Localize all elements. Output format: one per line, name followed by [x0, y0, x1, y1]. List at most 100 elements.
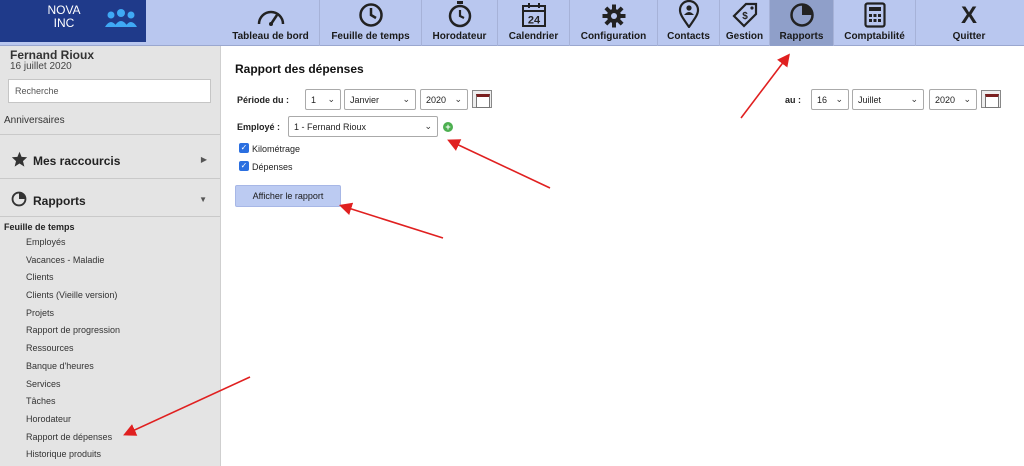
calendar-icon-text: 24	[527, 15, 540, 27]
nav-gestion[interactable]: $ Gestion	[720, 0, 770, 46]
divider	[0, 134, 220, 135]
from-year-value: 2020	[426, 94, 447, 105]
employee-label: Employé :	[237, 122, 281, 132]
from-day-value: 1	[311, 94, 317, 105]
chevron-down-icon: ⌄	[424, 121, 432, 131]
list-item[interactable]: Employés	[26, 237, 120, 255]
nav-feuille-de-temps[interactable]: Feuille de temps	[320, 0, 422, 46]
list-item[interactable]: Projets	[26, 308, 120, 326]
chevron-down-icon: ▼	[199, 195, 207, 204]
svg-text:$: $	[742, 11, 748, 22]
kilometrage-label: Kilométrage	[252, 144, 301, 154]
page-title: Rapport des dépenses	[235, 62, 364, 76]
to-day-value: 16	[817, 94, 828, 105]
company-logo[interactable]: NOVA INC	[0, 0, 146, 42]
depenses-label: Dépenses	[252, 162, 293, 172]
calendar-icon: 24	[521, 3, 546, 27]
list-item[interactable]: Horodateur	[26, 414, 120, 432]
nav-label: Calendrier	[508, 31, 559, 42]
from-year-select[interactable]: 2020 ⌄	[420, 89, 468, 110]
nav-label: Rapports	[779, 31, 824, 42]
reports-label: Rapports	[33, 194, 86, 208]
star-icon	[11, 151, 28, 167]
shortcuts-section-toggle[interactable]: Mes raccourcis ▶	[0, 146, 220, 174]
list-item[interactable]: Clients	[26, 272, 120, 290]
stopwatch-icon	[448, 1, 471, 28]
depenses-checkbox[interactable]: ✓	[239, 161, 249, 171]
list-item[interactable]: Clients (Vieille version)	[26, 290, 120, 308]
list-item[interactable]: Vacances - Maladie	[26, 255, 120, 273]
from-month-select[interactable]: Janvier ⌄	[344, 89, 416, 110]
add-employee-button[interactable]: +	[443, 122, 453, 132]
list-item[interactable]: Services	[26, 379, 120, 397]
nav-label: Feuille de temps	[331, 31, 410, 42]
logo-text: NOVA INC	[38, 4, 90, 30]
list-item[interactable]: Rapport de progression	[26, 325, 120, 343]
nav-quitter[interactable]: X Quitter	[916, 0, 1022, 46]
chevron-down-icon: ⌄	[910, 94, 918, 104]
divider	[0, 178, 220, 179]
nav-label: Gestion	[725, 31, 764, 42]
nav-contacts[interactable]: Contacts	[658, 0, 720, 46]
from-day-select[interactable]: 1 ⌄	[305, 89, 341, 110]
nav-label: Configuration	[580, 31, 647, 42]
shortcuts-label: Mes raccourcis	[33, 154, 121, 168]
to-month-select[interactable]: Juillet ⌄	[852, 89, 924, 110]
pie-chart-icon	[11, 191, 27, 207]
nav-label: Horodateur	[432, 31, 487, 42]
from-month-value: Janvier	[350, 94, 380, 105]
list-item-rapport-de-depenses[interactable]: Rapport de dépenses	[26, 432, 120, 450]
clock-icon	[358, 3, 383, 27]
top-navigation-bar: NOVA INC Tableau de bord Feuille de temp…	[0, 0, 1024, 46]
contact-pin-icon	[678, 0, 699, 28]
from-calendar-button[interactable]	[472, 90, 492, 108]
to-month-value: Juillet	[858, 94, 882, 105]
chevron-down-icon: ⌄	[835, 94, 843, 104]
gauge-icon	[257, 10, 284, 26]
nav-rapports[interactable]: Rapports	[770, 0, 834, 46]
user-name: Fernand Rioux	[10, 48, 95, 62]
to-calendar-button[interactable]	[981, 90, 1001, 108]
afficher-le-rapport-button[interactable]: Afficher le rapport	[235, 185, 341, 207]
main-content: Rapport des dépenses Période du : 1 ⌄ Jan…	[222, 46, 1024, 466]
main-nav: Tableau de bord Feuille de temps Horodat…	[222, 0, 1022, 46]
sidebar: Fernand Rioux 16 juillet 2020 Anniversai…	[0, 46, 221, 466]
nav-label: Tableau de bord	[232, 31, 309, 42]
list-item[interactable]: Tâches	[26, 396, 120, 414]
calculator-icon	[863, 2, 886, 28]
nav-label: Contacts	[667, 31, 710, 42]
pie-chart-icon	[789, 3, 814, 27]
to-day-select[interactable]: 16 ⌄	[811, 89, 849, 110]
to-label: au :	[785, 95, 802, 105]
dollar-tag-icon: $	[731, 2, 757, 28]
chevron-right-icon: ▶	[200, 155, 207, 164]
nav-horodateur[interactable]: Horodateur	[422, 0, 498, 46]
to-year-select[interactable]: 2020 ⌄	[929, 89, 977, 110]
nav-tableau-de-bord[interactable]: Tableau de bord	[222, 0, 320, 46]
employee-select[interactable]: 1 - Fernand Rioux ⌄	[288, 116, 438, 137]
people-icon	[105, 9, 137, 27]
kilometrage-checkbox[interactable]: ✓	[239, 143, 249, 153]
list-item[interactable]: Historique produits	[26, 449, 120, 466]
logo-line-2: INC	[53, 16, 75, 30]
nav-calendrier[interactable]: 24 Calendrier	[498, 0, 570, 46]
close-icon: X	[960, 2, 977, 29]
chevron-down-icon: ⌄	[327, 94, 335, 104]
divider	[0, 216, 220, 217]
nav-configuration[interactable]: Configuration	[570, 0, 658, 46]
chevron-down-icon: ⌄	[963, 94, 971, 104]
search-input[interactable]	[8, 79, 211, 103]
current-date: 16 juillet 2020	[10, 61, 72, 72]
chevron-down-icon: ⌄	[402, 94, 410, 104]
gear-icon	[602, 4, 625, 28]
period-label: Période du :	[237, 95, 290, 105]
anniversaires-link[interactable]: Anniversaires	[4, 115, 65, 126]
chevron-down-icon: ⌄	[454, 94, 462, 104]
employee-value: 1 - Fernand Rioux	[294, 121, 367, 132]
to-year-value: 2020	[935, 94, 956, 105]
list-item[interactable]: Banque d'heures	[26, 361, 120, 379]
nav-label: Comptabilité	[844, 31, 905, 42]
reports-section-toggle[interactable]: Rapports ▼	[0, 186, 220, 214]
nav-comptabilite[interactable]: Comptabilité	[834, 0, 916, 46]
list-item[interactable]: Ressources	[26, 343, 120, 361]
